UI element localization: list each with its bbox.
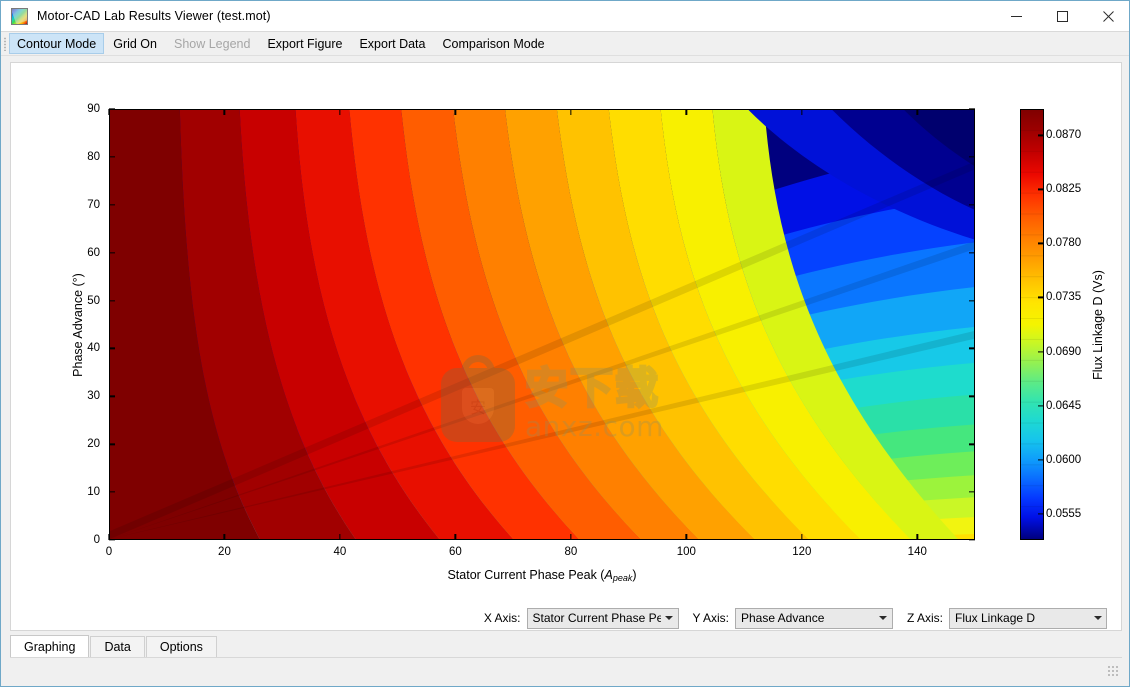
window-title: Motor-CAD Lab Results Viewer (test.mot) [37, 9, 271, 23]
toolbar: Contour Mode Grid On Show Legend Export … [1, 32, 1129, 56]
axis-selector-row: X Axis: Stator Current Phase Peak Y Axis… [11, 604, 1123, 632]
y-tick-label: 30 [87, 390, 100, 403]
minimize-button[interactable] [993, 1, 1039, 32]
colorbar-tick-mark [1038, 404, 1044, 407]
window-controls [993, 1, 1129, 32]
y-tick-label: 90 [87, 103, 100, 115]
colorbar-tick-mark [1038, 458, 1044, 461]
y-axis-label: Phase Advance (°) [69, 109, 87, 540]
x-tick-label: 60 [448, 546, 462, 558]
bottom-tab-strip: Graphing Data Options [10, 635, 1122, 657]
x-axis-label-text: Stator Current Phase Peak ( [447, 568, 605, 582]
y-tick-label: 20 [87, 438, 100, 451]
colorbar-tick-label: 0.0870 [1046, 129, 1082, 142]
z-axis-select-value: Flux Linkage D [955, 611, 1036, 625]
toolbar-button-show-legend: Show Legend [173, 36, 251, 51]
toolbar-button-export-data[interactable]: Export Data [351, 33, 433, 54]
status-bar [10, 657, 1122, 679]
x-tick-label: 140 [907, 546, 927, 558]
colorbar-label-text: Flux Linkage D (Vs) [1091, 269, 1106, 380]
x-tick-label: 120 [792, 546, 812, 558]
x-tick-label: 0 [105, 546, 113, 558]
x-tick-label: 100 [676, 546, 696, 558]
toolbar-button-comparison-mode[interactable]: Comparison Mode [434, 33, 552, 54]
x-axis-label-sub: peak [612, 573, 633, 583]
colorbar-tick-mark [1038, 242, 1044, 245]
y-axis-select[interactable]: Phase Advance [734, 607, 893, 629]
x-tick-label: 40 [333, 546, 347, 558]
colorbar-tick-mark [1038, 296, 1044, 299]
tab-data[interactable]: Data [90, 636, 145, 657]
app-window: Motor-CAD Lab Results Viewer (test.mot) … [0, 0, 1130, 687]
colorbar-ticks: 0.0870 0.0825 0.0780 0.0735 0.0690 0.0645 0.06… [1020, 109, 1129, 540]
colorbar-tick-label: 0.0690 [1046, 345, 1082, 358]
y-tick-label: 10 [87, 486, 100, 499]
toolbar-button-grid-on[interactable]: Grid On [105, 33, 165, 54]
colorbar-tick-label: 0.0600 [1046, 453, 1082, 466]
x-axis-select[interactable]: Stator Current Phase Peak [526, 607, 679, 629]
title-bar: Motor-CAD Lab Results Viewer (test.mot) [1, 1, 1129, 32]
maximize-button[interactable] [1039, 1, 1085, 32]
y-axis-select-label: Y Axis: [692, 611, 729, 625]
colorbar-tick-mark [1038, 350, 1044, 353]
toolbar-button-contour-mode[interactable]: Contour Mode [9, 33, 105, 54]
contour-plot [110, 110, 974, 539]
y-axis-select-value: Phase Advance [740, 611, 825, 625]
colorbar-tick-label: 0.0645 [1046, 399, 1082, 412]
colorbar-tick-label: 0.0780 [1046, 237, 1082, 250]
y-axis-label-text: Phase Advance (°) [71, 272, 86, 377]
colorbar-tick-label: 0.0825 [1046, 183, 1082, 196]
y-tick-label: 70 [87, 198, 100, 211]
x-axis-label: Stator Current Phase Peak (Apeak) [109, 568, 975, 583]
colorbar-label: Flux Linkage D (Vs) [1089, 109, 1107, 540]
chevron-down-icon[interactable] [875, 609, 892, 628]
y-tick-label: 50 [87, 294, 100, 307]
z-axis-select[interactable]: Flux Linkage D [949, 607, 1107, 629]
colorbar-tick-label: 0.0555 [1046, 507, 1082, 520]
toolbar-button-export-figure[interactable]: Export Figure [259, 33, 350, 54]
colorbar-tick-mark [1038, 134, 1044, 136]
x-tick-label: 80 [564, 546, 578, 558]
x-axis-select-label: X Axis: [483, 611, 521, 625]
z-axis-select-label: Z Axis: [906, 611, 943, 625]
colorbar-tick-mark [1038, 512, 1044, 515]
tab-graphing[interactable]: Graphing [10, 635, 90, 657]
colorbar-tick-label: 0.0735 [1046, 291, 1082, 304]
resize-grip-icon[interactable] [1107, 665, 1119, 677]
close-button[interactable] [1085, 1, 1129, 32]
toolbar-grip-icon[interactable] [1, 32, 9, 56]
contour-axes[interactable] [109, 109, 975, 540]
chevron-down-icon[interactable] [661, 609, 678, 628]
x-axis-label-var: A [604, 568, 613, 582]
contour-plot-icon [11, 7, 28, 25]
contour-bands [110, 110, 974, 539]
y-tick-label: 60 [87, 246, 100, 259]
plot-container: Phase Advance (°) 0 10 20 30 40 50 60 70… [11, 63, 1123, 632]
y-tick-label: 80 [87, 150, 100, 163]
graphing-panel: Phase Advance (°) 0 10 20 30 40 50 60 70… [10, 62, 1122, 631]
y-tick-label: 0 [93, 534, 100, 546]
x-tick-label: 20 [218, 546, 231, 558]
y-tick-label: 40 [87, 342, 100, 355]
colorbar-tick-mark [1038, 188, 1044, 191]
tab-options[interactable]: Options [145, 636, 217, 657]
x-axis-select-value: Stator Current Phase Peak [532, 611, 661, 625]
x-axis-label-end: ) [632, 568, 637, 582]
chevron-down-icon[interactable] [1089, 609, 1106, 628]
